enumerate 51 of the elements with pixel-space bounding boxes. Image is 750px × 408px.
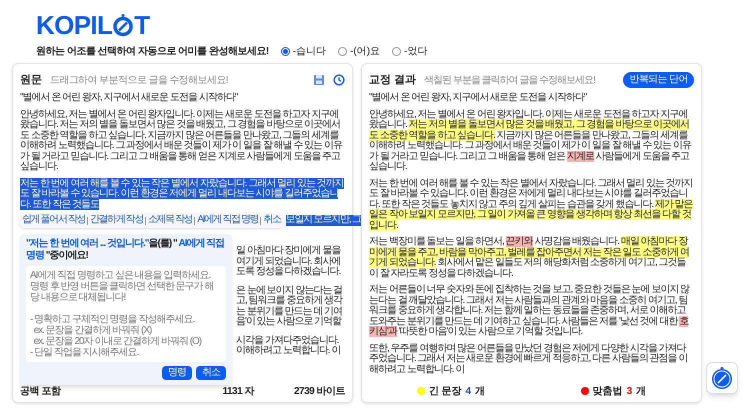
- text-line: 은 눈에 보이지 않는다는 걸: [236, 286, 342, 296]
- popup-button[interactable]: 취소: [196, 366, 226, 380]
- paragraph: 안녕하세요, 저는 별에서 온 어린 왕자입니다. 이제는 새로운 도전을 하고자 지구에 왔습니다. 저는 저의 별을 돌보면서 많은 것을 배웠고, 그 경험을 바탕으로 이곳에서도 소중한 역할을 하고 싶습니다. 지금까지 많은 어른들을 만나왔고, 그들의 세계를 이해하려 노력했습니다. 그 과정에서 배운 것들이 제가 이 일을 잘 해낼 수 있는 이유가 될 거라고 믿습니다. 그리고 그 배움을 통해 얻은 지계로 사람들에게 도움을 주고 싶습니다.: [369, 110, 692, 172]
- compass-app-button[interactable]: [706, 362, 738, 394]
- panel-title: 원문: [20, 72, 42, 88]
- paragraph: 또한, 우주를 여행하며 많은 어른들을 만났던 경험은 저에게 다양한 시각을 가져다주었습니다. 그래서 저는 새로운 환경에 빠르게 적응하고, 다른 사람들의 관점을 이해하려고 노력합니다. 이: [369, 344, 688, 375]
- legend-count: 3: [626, 384, 632, 398]
- text-line: 는 분위기를 만드는 데 기여: [236, 306, 342, 316]
- toolbar-option[interactable]: 소제목 작성: [148, 215, 192, 226]
- compass-icon: [112, 13, 134, 37]
- char-count: 1131 자: [222, 384, 254, 398]
- legend-unit: 개: [475, 384, 486, 398]
- save-icon[interactable]: [313, 74, 325, 86]
- text-line: 일 아침마다 장미에게 물을: [236, 246, 342, 256]
- byte-count: 2739 바이트: [294, 384, 345, 398]
- text-line: 이해하려고 노력합니다. 이: [236, 346, 342, 356]
- popup-title: "저는 한 번에 여러 ... 것입니다."을(를) " AI에게 직접 명령 "중이에요!: [26, 238, 226, 262]
- toolbar-option[interactable]: AI에게 직접 명령: [197, 215, 258, 226]
- tone-prompt: 원하는 어조를 선택하여 자동으로 어미를 완성해보세요!: [36, 44, 269, 58]
- text-line: 음'이 있는 사람으로 기억할: [236, 317, 342, 328]
- popup-button[interactable]: 명령: [162, 366, 192, 380]
- selected-text: 보일지 모르지만, 그: [286, 215, 361, 226]
- tone-radio[interactable]: -었다: [392, 44, 428, 58]
- footer-label: 공백 포함: [20, 384, 60, 398]
- selected-paragraph: 저는 한 번에 여러 해를 볼 수 있는 작은 별에서 자랐습니다. 그래서 멀리 있는 것까지도 잘 바라볼 수 있습니다. 이런 환경은 저에게 멀리 내다보는 시야를 길러주었습니다. 또한 작은 것들도: [20, 178, 345, 210]
- logo: KOPIL T: [36, 12, 150, 38]
- toolbar-option[interactable]: 취소: [263, 215, 281, 226]
- text-line: 시각을 가져다주었습니다.: [236, 336, 340, 346]
- paragraph: "별에서 온 어린 왕자, 지구에서 새로운 도전을 시작하다": [369, 93, 588, 104]
- text-line: 고, 팀워크를 중요하게 생각: [236, 296, 342, 306]
- paragraph: 저는 어른들이 너무 숫자와 돈에 집착하는 것을 보고, 중요한 것들은 눈에 보이지 않는다는 걸 깨달았습니다. 그래서 저는 사람들과의 관계와 마음을 소중히 여기고, 팀워크를 중요하게 생각합니다. 저는 함께 일하는 동료들을 존중하며, 서로 이해하고 도와주는 분위기를 만드는 데 기여하고 싶습니다. 사람들은 저를 '낯선 것에 대한 호키심'과 '따뜻한 마음'이 있는 사람으로 기억할 것입니다.: [369, 285, 691, 338]
- compass-icon: [710, 366, 734, 390]
- legend-unit: 개: [636, 384, 646, 398]
- legend-count: 4: [466, 384, 472, 398]
- toolbar-option[interactable]: 간결하게 작성: [90, 215, 143, 226]
- tone-radio[interactable]: -(어)요: [338, 44, 380, 58]
- legend-label: 긴 문장: [428, 384, 462, 398]
- paragraph: 안녕하세요, 저는 별에서 온 어린 왕자입니다. 이제는 새로운 도전을 하고자 지구에 왔습니다. 저는 저의 별을 돌보면서 많은 것을 배웠고, 그 경험을 바탕으로 이곳에서도 소중한 역할을 하고 싶습니다. 지금까지 많은 어른들을 만나왔고, 그들의 세계를 이해하려 노력했습니다. 그 과정에서 배운 것들이 제가 이 일을 잘 해낼 수 있는 이유가 될 거라고 믿습니다. 그리고 그 배움을 통해 얻은 지계로 사람들에게 도움을 주고 싶습니다.: [20, 110, 344, 172]
- panel-hint: 색칠된 부분을 클릭하여 글을 수정해보세요!: [424, 74, 595, 88]
- history-icon[interactable]: [333, 74, 345, 86]
- paragraph: "별에서 온 어린 왕자, 지구에서 새로운 도전을 시작하다": [20, 93, 239, 104]
- panel-hint: 드래그하여 부분적으로 글을 수정해보세요!: [50, 74, 228, 88]
- toolbar-option[interactable]: 쉽게 풀어서 작성: [22, 215, 85, 226]
- tone-radio[interactable]: -습니다: [280, 44, 326, 58]
- panel-title: 교정 결과: [369, 72, 416, 88]
- paragraph: 저는 한 번에 여러 해를 볼 수 있는 작은 별에서 자랐습니다. 그래서 멀리 있는 것까지도 잘 바라볼 수 있습니다. 이런 환경은 저에게 멀리 내다보는 시야를 길러주었습니다. 또한 작은 것들도 놓치지 않고 주의 깊게 살피는 습관을 갖게 했습니다. 제가 맡은 일은 작아 보일지 모르지만, 그 일이 가져올 큰 영향을 생각하며 항상 최선을 다할 것입니다.: [369, 178, 694, 231]
- repeated-words-button[interactable]: 반복되는 단어: [623, 72, 694, 88]
- legend-label: 맞춤법: [592, 384, 623, 398]
- text-line: 도록 정성을 다하겠습니다.: [236, 267, 342, 278]
- command-input[interactable]: AI에게 직접 명령하고 싶은 내용을 입력하세요. 명령 후 반영 버튼을 클릭하면 선택한 문구가 해당 내용으로 대체됩니다! - 명확하고 구체적인 명령을 작성해주세요. ex. 문장을 간결하게 바꿔줘 (X) ex. 문장을 20자 이내로 간결하게 바꿔줘 (O) - 단일 작업을 지시해주세요.: [26, 266, 226, 362]
- text-line: 여기게 되었습니다. 회사에: [236, 256, 342, 266]
